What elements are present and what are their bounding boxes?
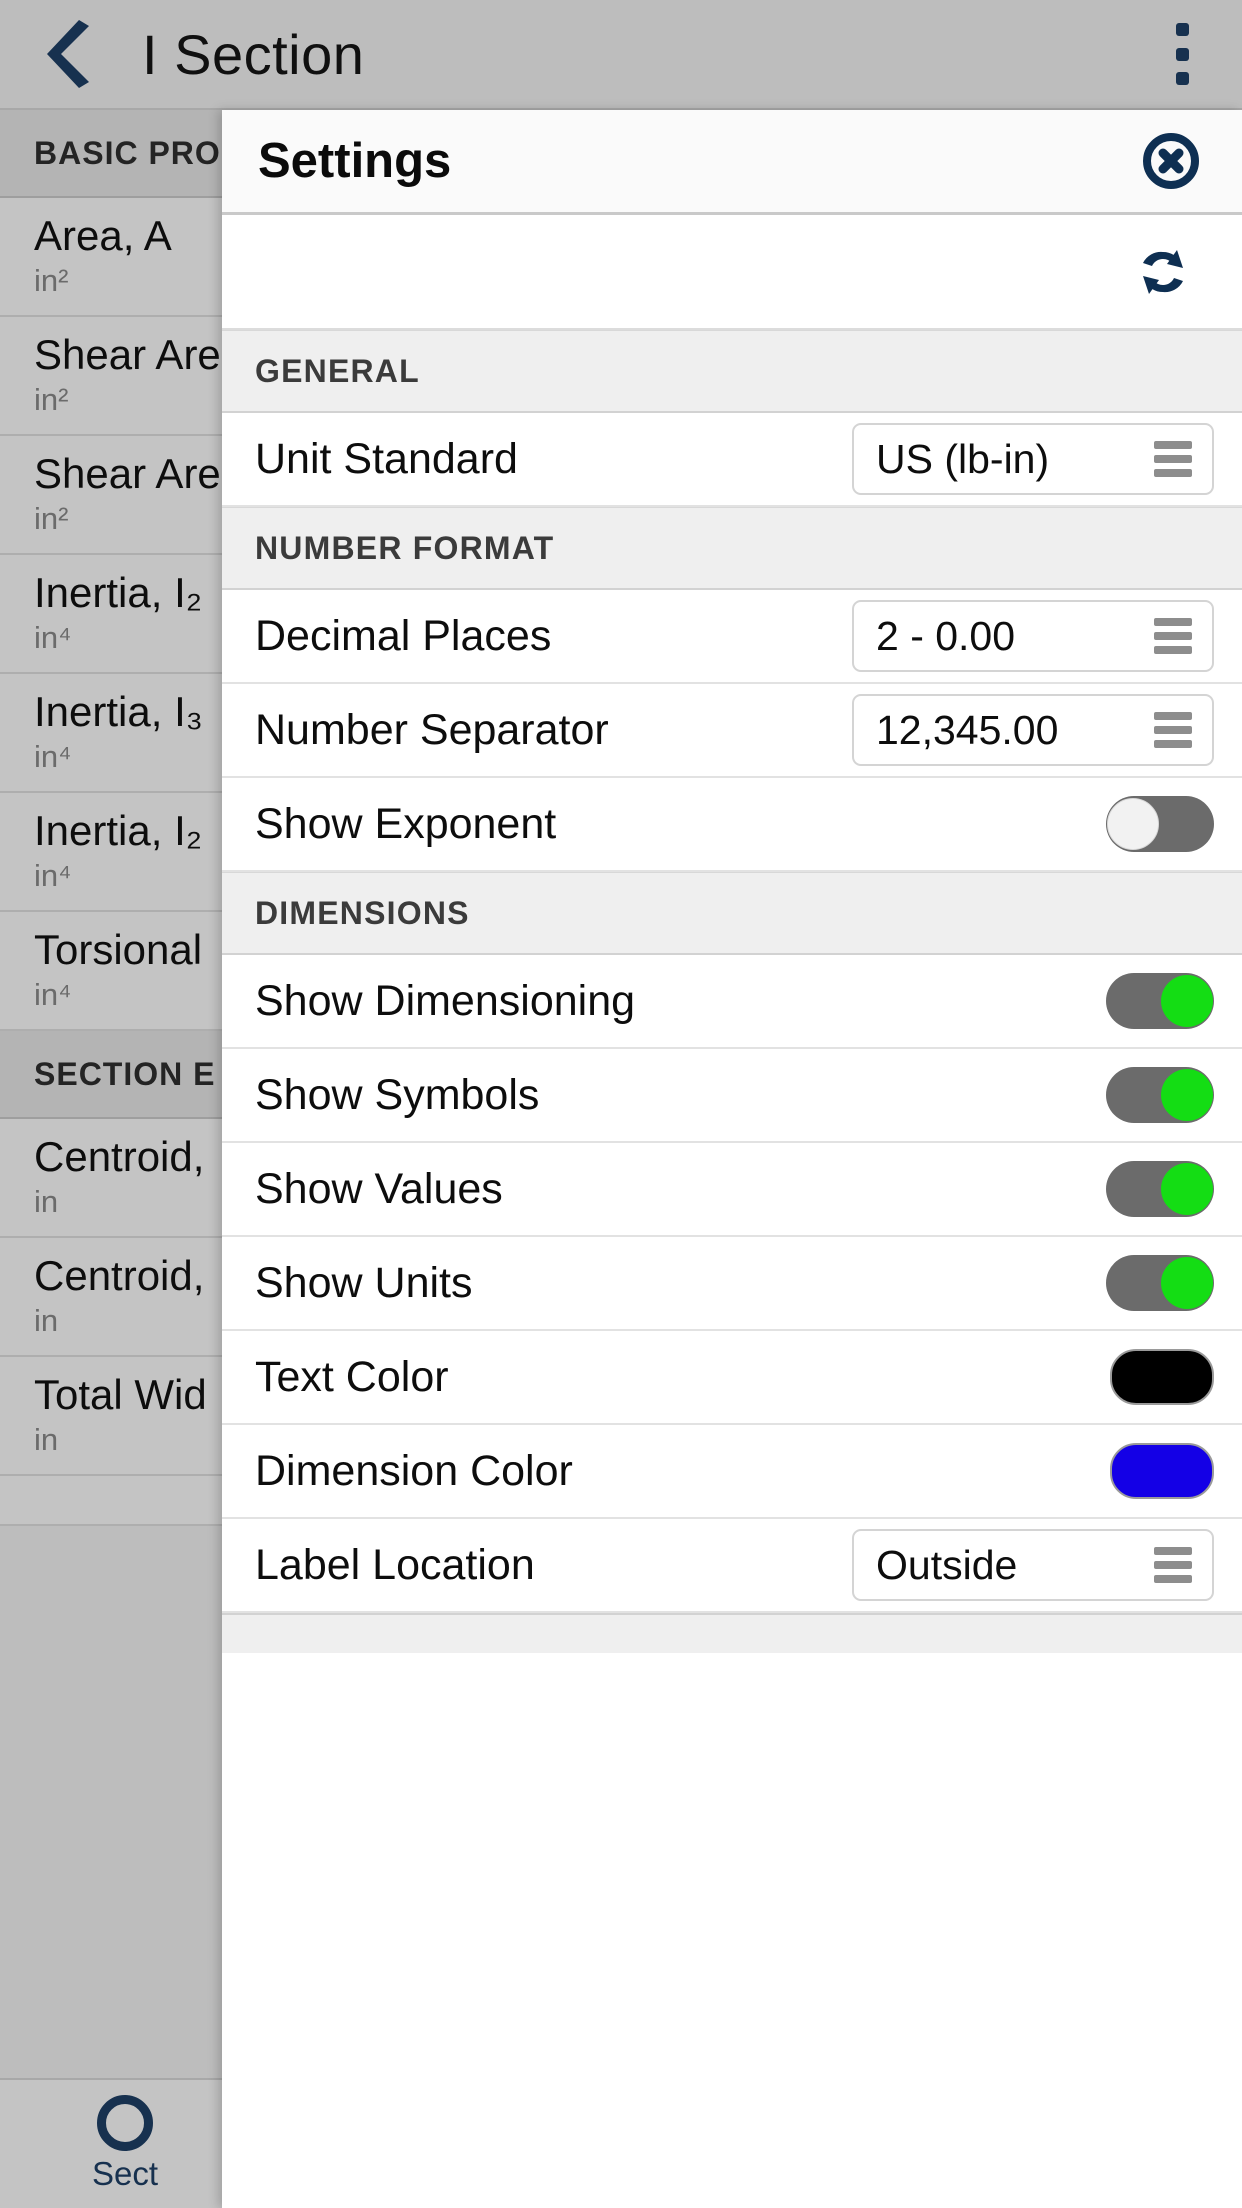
number-separator-value: 12,345.00 xyxy=(876,706,1059,753)
show-exponent-toggle[interactable] xyxy=(1106,796,1214,852)
settings-group-header-general: GENERAL xyxy=(222,330,1242,413)
settings-toolbar xyxy=(222,215,1242,330)
setting-label: Dimension Color xyxy=(255,1446,573,1495)
settings-panel: Settings GENERAL Unit Standard US (lb-in… xyxy=(222,110,1242,2208)
toggle-knob xyxy=(1107,798,1159,850)
label-location-value: Outside xyxy=(876,1541,1018,1588)
toggle-knob xyxy=(1161,975,1213,1027)
setting-label: Show Units xyxy=(255,1258,473,1307)
settings-group-header-number-format: NUMBER FORMAT xyxy=(222,507,1242,590)
setting-label: Show Values xyxy=(255,1164,503,1213)
setting-label: Unit Standard xyxy=(255,434,518,483)
refresh-icon[interactable] xyxy=(1128,237,1198,307)
toggle-knob xyxy=(1161,1069,1213,1121)
label-location-select[interactable]: Outside xyxy=(852,1529,1214,1601)
setting-row-show-values[interactable]: Show Values xyxy=(222,1143,1242,1237)
tab-section[interactable]: Sect xyxy=(0,2095,250,2193)
chevron-left-icon[interactable] xyxy=(36,19,106,89)
setting-row-dimension-color[interactable]: Dimension Color xyxy=(222,1425,1242,1519)
setting-row-unit-standard[interactable]: Unit Standard US (lb-in) xyxy=(222,413,1242,507)
tab-section-label: Sect xyxy=(91,2155,159,2192)
overflow-menu-icon[interactable] xyxy=(1152,17,1212,91)
menu-dot xyxy=(1175,47,1189,61)
settings-title: Settings xyxy=(258,134,452,188)
setting-row-label-location[interactable]: Label Location Outside xyxy=(222,1519,1242,1613)
toggle-knob xyxy=(1161,1257,1213,1309)
unit-standard-select[interactable]: US (lb-in) xyxy=(852,423,1214,495)
menu-dot xyxy=(1175,23,1189,36)
show-units-toggle[interactable] xyxy=(1106,1255,1214,1311)
setting-label: Show Symbols xyxy=(255,1070,540,1119)
setting-label: Number Separator xyxy=(255,705,609,754)
show-dimensioning-toggle[interactable] xyxy=(1106,973,1214,1029)
settings-footer xyxy=(222,1613,1242,1653)
decimal-places-value: 2 - 0.00 xyxy=(876,612,1016,659)
setting-row-show-symbols[interactable]: Show Symbols xyxy=(222,1049,1242,1143)
show-values-toggle[interactable] xyxy=(1106,1161,1214,1217)
app-bar: I Section xyxy=(0,0,1242,110)
settings-group-header-dimensions: DIMENSIONS xyxy=(222,872,1242,955)
settings-header: Settings xyxy=(222,110,1242,215)
setting-label: Show Exponent xyxy=(255,799,557,848)
setting-label: Text Color xyxy=(255,1352,449,1401)
hamburger-icon xyxy=(1154,1547,1192,1583)
text-color-swatch[interactable] xyxy=(1110,1349,1214,1405)
dimension-color-swatch[interactable] xyxy=(1110,1443,1214,1499)
unit-standard-value: US (lb-in) xyxy=(876,435,1050,482)
setting-row-text-color[interactable]: Text Color xyxy=(222,1331,1242,1425)
app-screen: I Section BASIC PROPERTIES Area, A in² S… xyxy=(0,0,1242,2208)
setting-row-decimal-places[interactable]: Decimal Places 2 - 0.00 xyxy=(222,590,1242,684)
setting-label: Decimal Places xyxy=(255,611,552,660)
hamburger-icon xyxy=(1154,618,1192,654)
hamburger-icon xyxy=(1154,712,1192,748)
page-title: I Section xyxy=(142,22,365,86)
setting-label: Show Dimensioning xyxy=(255,976,636,1025)
setting-row-show-exponent[interactable]: Show Exponent xyxy=(222,778,1242,872)
setting-row-number-separator[interactable]: Number Separator 12,345.00 xyxy=(222,684,1242,778)
show-symbols-toggle[interactable] xyxy=(1106,1067,1214,1123)
hamburger-icon xyxy=(1154,441,1192,477)
close-circle-icon[interactable] xyxy=(1140,130,1202,192)
section-circle-icon xyxy=(97,2095,153,2151)
setting-row-show-units[interactable]: Show Units xyxy=(222,1237,1242,1331)
number-separator-select[interactable]: 12,345.00 xyxy=(852,694,1214,766)
menu-dot xyxy=(1175,72,1189,85)
decimal-places-select[interactable]: 2 - 0.00 xyxy=(852,600,1214,672)
setting-row-show-dimensioning[interactable]: Show Dimensioning xyxy=(222,955,1242,1049)
toggle-knob xyxy=(1161,1163,1213,1215)
setting-label: Label Location xyxy=(255,1540,535,1589)
